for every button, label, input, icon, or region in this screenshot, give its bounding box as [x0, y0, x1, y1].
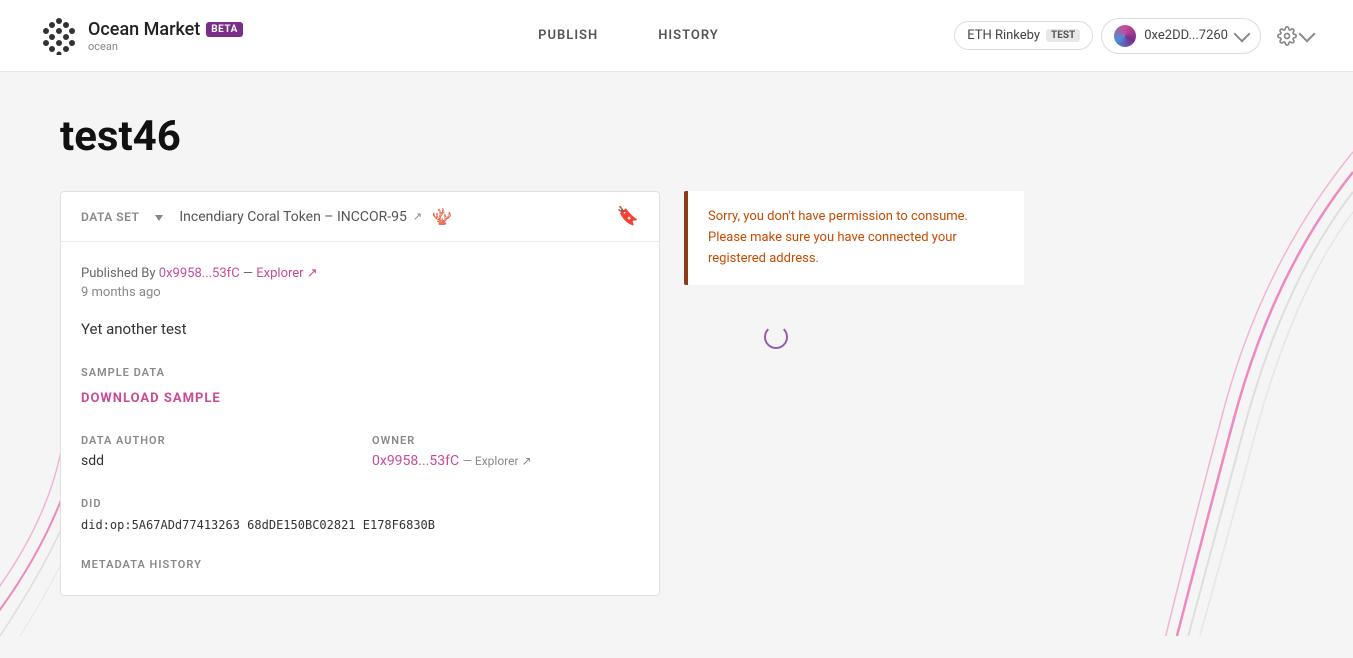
- left-panel: DATA SET Incendiary Coral Token – INCCOR…: [60, 191, 660, 596]
- dash-separator: —: [243, 266, 256, 281]
- data-author-value: sdd: [81, 453, 348, 469]
- bookmark-icon[interactable]: 🔖: [617, 206, 639, 227]
- data-author-item: DATA AUTHOR sdd: [81, 434, 348, 469]
- sample-data-label: SAMPLE DATA: [81, 366, 639, 379]
- nav-publish[interactable]: PUBLISH: [538, 28, 598, 43]
- wallet-chevron-icon: [1234, 26, 1251, 43]
- wallet-address: 0xe2DD...7260: [1144, 28, 1228, 43]
- settings-chevron-icon: [1299, 26, 1316, 43]
- token-emoji: 🪸: [432, 207, 452, 226]
- nav-history[interactable]: HISTORY: [658, 28, 719, 43]
- did-label: DID: [81, 497, 639, 510]
- test-badge: TEST: [1046, 29, 1080, 42]
- publisher-address[interactable]: 0x9958...53fC: [159, 266, 240, 281]
- logo-icon: [40, 17, 78, 55]
- wallet-avatar: [1114, 25, 1136, 47]
- logo-text-area: Ocean Market BETA ocean: [88, 19, 243, 53]
- time-ago: 9 months ago: [81, 285, 639, 300]
- owner-value: 0x9958...53fC — Explorer ↗: [372, 453, 639, 469]
- meta-grid: DATA AUTHOR sdd OWNER 0x9958...53fC — Ex…: [81, 434, 639, 469]
- gear-icon[interactable]: [1277, 26, 1297, 46]
- beta-badge: BETA: [206, 22, 243, 37]
- logo-name: Ocean Market: [88, 19, 200, 40]
- owner-label: OWNER: [372, 434, 639, 447]
- data-author-label: DATA AUTHOR: [81, 434, 348, 447]
- header: Ocean Market BETA ocean PUBLISH HISTORY …: [0, 0, 1353, 72]
- owner-explorer-link[interactable]: — Explorer ↗: [463, 454, 532, 468]
- published-by-label: Published By: [81, 266, 156, 281]
- permission-box: Sorry, you don't have permission to cons…: [684, 191, 1024, 285]
- wallet-badge[interactable]: 0xe2DD...7260: [1101, 18, 1261, 54]
- logo-area: Ocean Market BETA ocean: [40, 17, 243, 55]
- main-content: test46 DATA SET Incendiary Coral Token –…: [0, 72, 1353, 636]
- did-section: DID did:op:5A67ADd77413263 68dDE150BC028…: [81, 497, 639, 534]
- token-name: Incendiary Coral Token – INCCOR-95: [179, 209, 406, 225]
- owner-item: OWNER 0x9958...53fC — Explorer ↗: [372, 434, 639, 469]
- content-area: DATA SET Incendiary Coral Token – INCCOR…: [60, 191, 1293, 596]
- metadata-history-label: METADATA HISTORY: [81, 558, 639, 571]
- dataset-token-link[interactable]: Incendiary Coral Token – INCCOR-95 ↗: [179, 209, 422, 225]
- permission-message: Sorry, you don't have permission to cons…: [708, 209, 968, 266]
- ocean-logo-svg: [40, 17, 78, 55]
- network-name: ETH Rinkeby: [967, 28, 1040, 43]
- settings-area[interactable]: [1277, 26, 1313, 46]
- sort-icon[interactable]: [149, 207, 169, 227]
- external-link-icon: ↗: [413, 210, 422, 223]
- dataset-label: DATA SET: [81, 210, 139, 224]
- page-title: test46: [60, 112, 1293, 161]
- loading-circle: [764, 325, 788, 349]
- published-by: Published By 0x9958...53fC — Explorer ↗: [81, 266, 639, 281]
- right-panel: Sorry, you don't have permission to cons…: [684, 191, 1293, 596]
- panel-body: Published By 0x9958...53fC — Explorer ↗ …: [61, 242, 659, 595]
- main-nav: PUBLISH HISTORY: [303, 28, 954, 43]
- download-sample-button[interactable]: DOWNLOAD SAMPLE: [81, 391, 221, 406]
- description: Yet another test: [81, 320, 639, 338]
- network-badge[interactable]: ETH Rinkeby TEST: [954, 21, 1093, 50]
- header-right: ETH Rinkeby TEST 0xe2DD...7260: [954, 18, 1313, 54]
- logo-sub: ocean: [88, 40, 243, 53]
- did-value: did:op:5A67ADd77413263 68dDE150BC02821 E…: [81, 516, 639, 534]
- dataset-header: DATA SET Incendiary Coral Token – INCCOR…: [61, 192, 659, 242]
- explorer-link[interactable]: Explorer ↗: [256, 266, 317, 281]
- owner-address[interactable]: 0x9958...53fC: [372, 453, 459, 469]
